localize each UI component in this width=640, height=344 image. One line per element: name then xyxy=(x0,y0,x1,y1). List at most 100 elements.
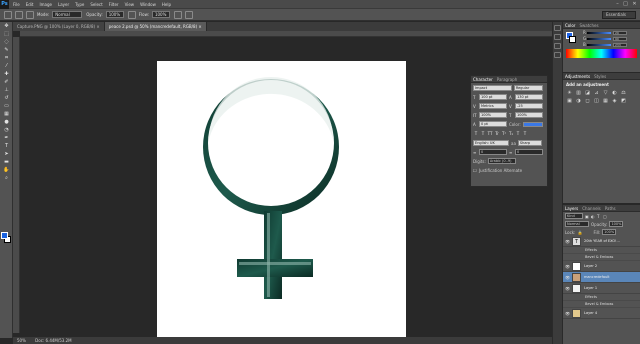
zoom-level[interactable]: 50% xyxy=(17,338,26,343)
pen-tool-icon[interactable]: ✒ xyxy=(2,135,11,142)
font-family-select[interactable]: Impact xyxy=(473,85,512,91)
strikethrough-button[interactable]: T xyxy=(522,131,528,137)
color-lookup-icon[interactable]: ◫ xyxy=(593,98,600,104)
hyphenation-field-1[interactable]: 0 xyxy=(479,149,507,155)
character-panel-icon[interactable] xyxy=(554,43,561,49)
tab-peace[interactable]: peace 2.psd @ 50% (mancredefault, RGB/8)… xyxy=(104,22,207,31)
tab-swatches[interactable]: Swatches xyxy=(579,23,598,28)
tab-color[interactable]: Color xyxy=(565,23,575,28)
brightness-icon[interactable]: ☀ xyxy=(566,90,573,96)
horizontal-scale-field[interactable]: 100% xyxy=(515,112,543,118)
layer-name[interactable]: 20th YEAR of EXO!... xyxy=(584,239,620,243)
baseline-shift-field[interactable]: 0 pt xyxy=(479,121,507,127)
bevel-emboss-row[interactable]: Bevel & Emboss xyxy=(563,301,640,308)
mode-select[interactable]: Normal xyxy=(52,11,83,18)
maximize-button[interactable]: □ xyxy=(622,1,629,7)
faux-italic-button[interactable]: T xyxy=(480,131,486,137)
tab-paths[interactable]: Paths xyxy=(605,206,616,211)
airbrush-icon[interactable] xyxy=(173,10,182,19)
tab-channels[interactable]: Channels xyxy=(582,206,601,211)
r-slider[interactable] xyxy=(587,31,611,34)
language-select[interactable]: English: UK xyxy=(473,140,509,146)
visibility-eye-icon[interactable]: 👁 xyxy=(565,286,570,291)
gradient-map-icon[interactable]: ◩ xyxy=(620,98,627,104)
history-panel-icon[interactable] xyxy=(554,25,561,31)
g-field[interactable]: 99 xyxy=(613,36,627,41)
menu-window[interactable]: Window xyxy=(140,2,156,7)
font-size-field[interactable]: 100 pt xyxy=(479,94,507,100)
color-bg-swatch[interactable] xyxy=(569,36,576,43)
eyedropper-tool-icon[interactable]: ⁄ xyxy=(2,63,11,70)
menu-view[interactable]: View xyxy=(125,2,135,7)
artboard[interactable] xyxy=(157,61,406,339)
layer-row[interactable]: 👁 mancredefault xyxy=(563,272,640,283)
tab-adjustments[interactable]: Adjustments xyxy=(565,74,590,79)
layer-row[interactable]: 👁 Layer 1 xyxy=(563,283,640,294)
leading-field[interactable]: 130 pt xyxy=(515,94,543,100)
filter-adjust-icon[interactable]: ◐ xyxy=(591,214,596,219)
b-slider[interactable] xyxy=(587,43,611,46)
tab-layers[interactable]: Layers xyxy=(565,206,578,211)
photo-filter-icon[interactable]: ◑ xyxy=(575,98,582,104)
brush-tool-icon[interactable]: ✐ xyxy=(2,79,11,86)
visibility-eye-icon[interactable]: 👁 xyxy=(565,239,570,244)
posterize-icon[interactable]: ◈ xyxy=(611,98,618,104)
levels-icon[interactable]: ▥ xyxy=(575,90,582,96)
brush-preset-icon[interactable] xyxy=(15,10,23,19)
layer-name[interactable]: Layer 1 xyxy=(584,286,597,290)
g-slider[interactable] xyxy=(587,37,611,40)
bevel-emboss-row[interactable]: Bevel & Emboss xyxy=(563,254,640,261)
all-caps-button[interactable]: TT xyxy=(487,131,493,137)
pressure-opacity-icon[interactable] xyxy=(127,10,136,19)
hue-saturation-icon[interactable]: ◐ xyxy=(611,90,618,96)
effects-row[interactable]: Effects xyxy=(563,294,640,301)
quick-select-tool-icon[interactable]: ✎ xyxy=(2,47,11,54)
antialias-select[interactable]: Sharp xyxy=(517,140,542,146)
kind-filter-select[interactable]: Kind xyxy=(565,213,583,219)
layer-row[interactable]: 👁 Layer 2 xyxy=(563,261,640,272)
eraser-tool-icon[interactable]: ▭ xyxy=(2,103,11,110)
visibility-eye-icon[interactable]: 👁 xyxy=(565,311,570,316)
layer-opacity-field[interactable]: 100% xyxy=(609,221,624,227)
crop-tool-icon[interactable]: ⌗ xyxy=(2,55,11,62)
tab-paragraph[interactable]: Paragraph xyxy=(497,77,518,82)
faux-bold-button[interactable]: T xyxy=(473,131,479,137)
menu-type[interactable]: Type xyxy=(75,2,84,7)
text-color-swatch[interactable] xyxy=(522,121,543,127)
vertical-scale-field[interactable]: 100% xyxy=(479,112,507,118)
black-white-icon[interactable]: ▣ xyxy=(566,98,573,104)
marquee-tool-icon[interactable]: ⬚ xyxy=(2,31,11,38)
lasso-tool-icon[interactable]: ◌ xyxy=(2,39,11,46)
lock-icon[interactable]: 🔒 xyxy=(577,230,582,235)
move-tool-icon[interactable]: ✥ xyxy=(2,23,11,30)
menu-image[interactable]: Image xyxy=(39,2,52,7)
layer-row[interactable]: 👁 Layer 4 xyxy=(563,308,640,319)
hand-tool-icon[interactable]: ✋ xyxy=(2,167,11,174)
invert-icon[interactable]: ▦ xyxy=(602,98,609,104)
tab-styles[interactable]: Styles xyxy=(594,74,606,79)
visibility-eye-icon[interactable]: 👁 xyxy=(565,264,570,269)
color-spectrum[interactable] xyxy=(566,49,637,58)
layer-name[interactable]: mancredefault xyxy=(584,275,610,279)
paragraph-panel-icon[interactable] xyxy=(554,52,561,58)
underline-button[interactable]: T xyxy=(515,131,521,137)
layer-row[interactable]: 👁 T 20th YEAR of EXO!... xyxy=(563,236,640,247)
fill-field[interactable]: 100% xyxy=(602,229,617,235)
blend-mode-select[interactable]: Normal xyxy=(565,221,589,227)
curves-icon[interactable]: ◪ xyxy=(584,90,591,96)
menu-edit[interactable]: Edit xyxy=(26,2,34,7)
layer-name[interactable]: Layer 2 xyxy=(584,264,597,268)
menu-file[interactable]: File xyxy=(13,2,20,7)
filter-pixel-icon[interactable]: ▣ xyxy=(585,214,590,219)
shape-tool-icon[interactable]: ▬ xyxy=(2,159,11,166)
visibility-eye-icon[interactable]: 👁 xyxy=(565,275,570,280)
type-tool-icon[interactable]: T xyxy=(2,143,11,150)
close-button[interactable]: ✕ xyxy=(631,1,638,7)
brush-tool-icon[interactable] xyxy=(4,10,12,19)
digits-select[interactable]: Arabic (0..9) xyxy=(487,158,516,164)
r-field[interactable]: 29 xyxy=(613,30,627,35)
menu-select[interactable]: Select xyxy=(90,2,102,7)
opacity-field[interactable]: 100% xyxy=(105,11,124,18)
tracking-field[interactable]: -25 xyxy=(515,103,543,109)
healing-tool-icon[interactable]: ✚ xyxy=(2,71,11,78)
